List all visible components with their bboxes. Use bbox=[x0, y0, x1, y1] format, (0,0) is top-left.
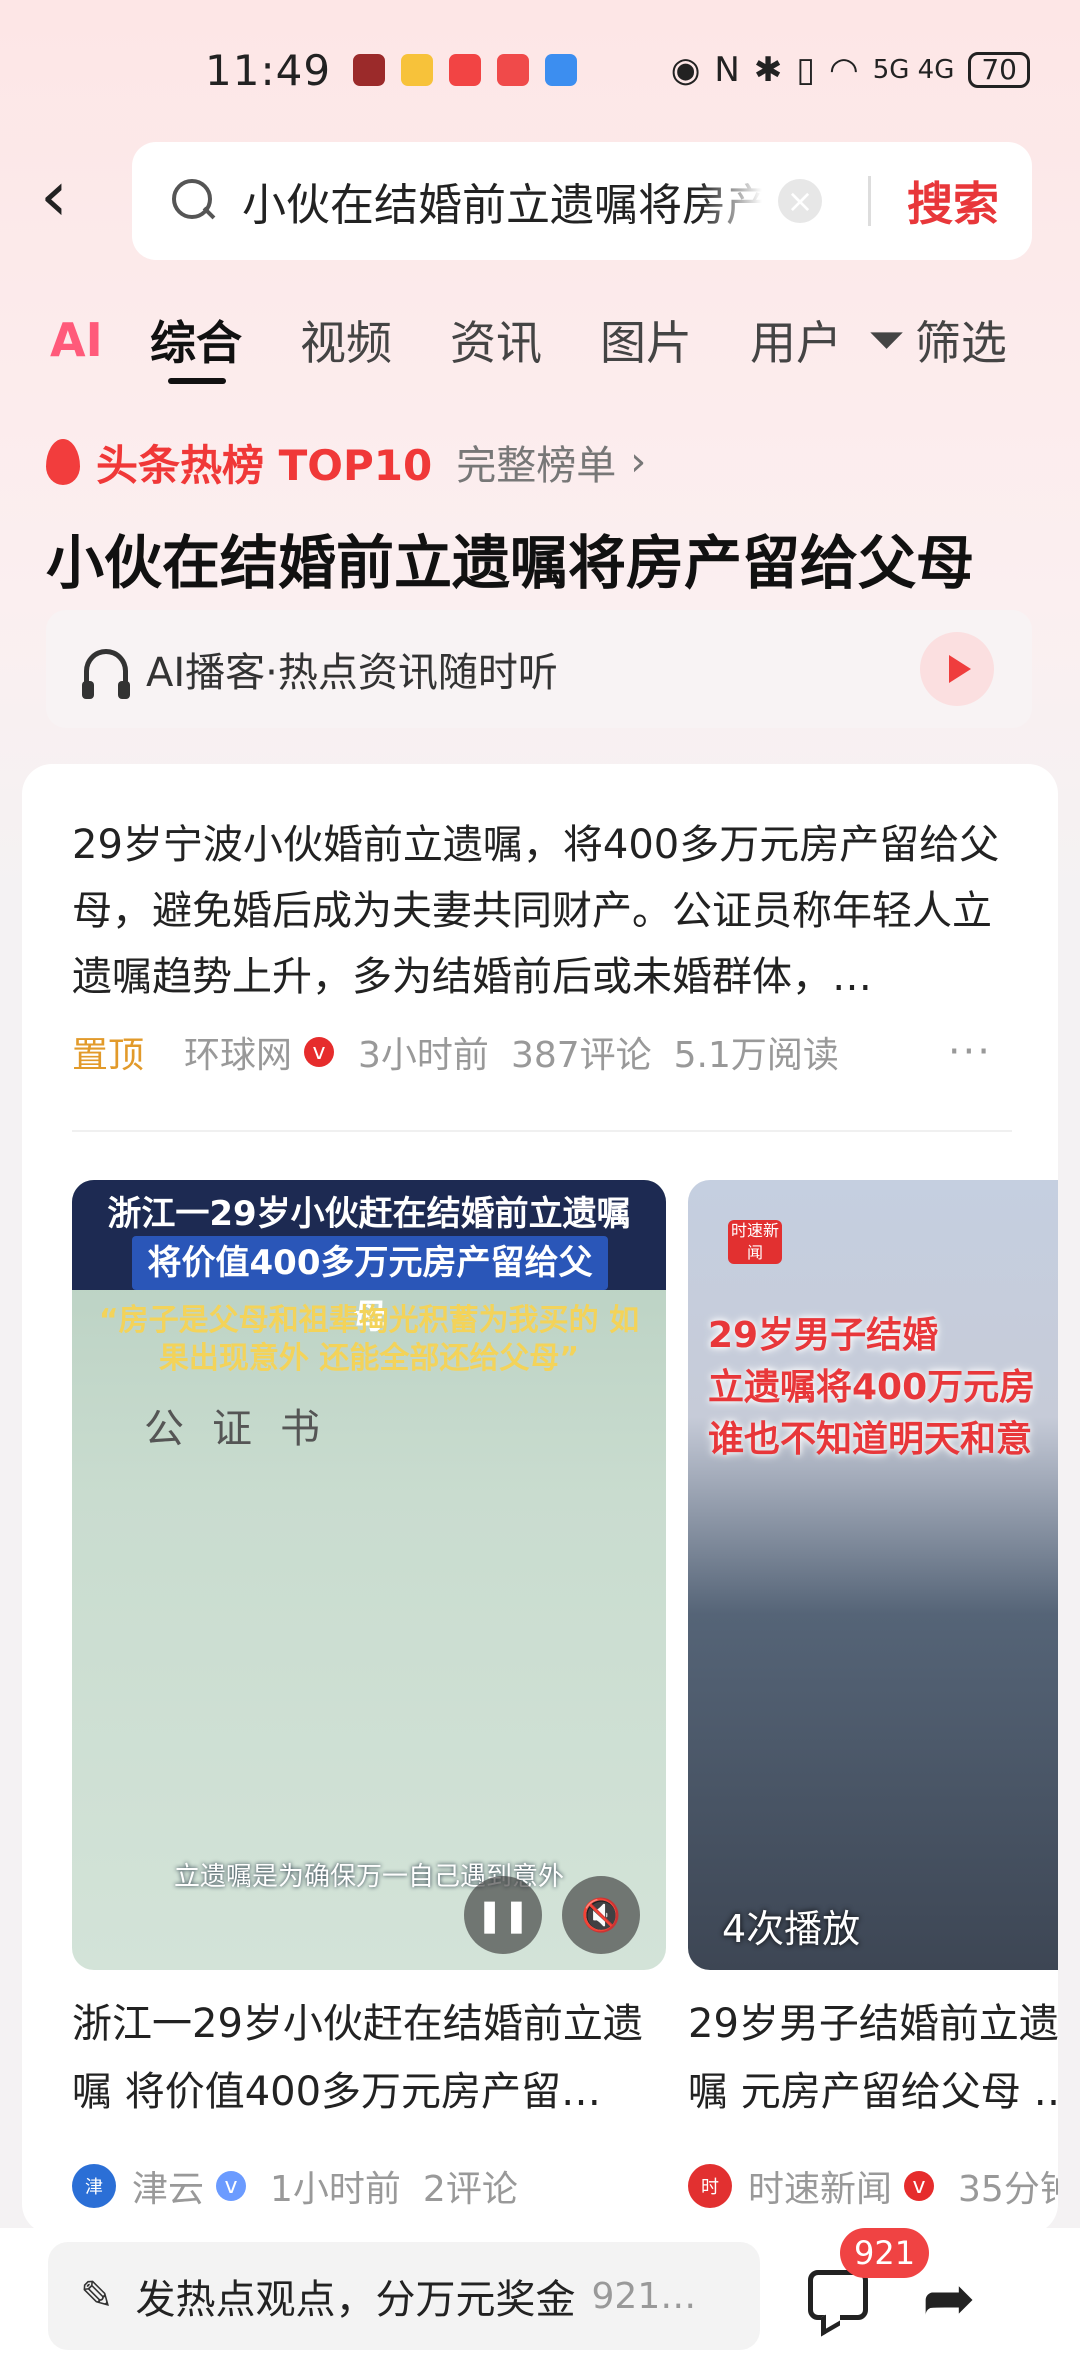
tab-bar: AI 综合 视频 资讯 图片 用户 ⏷ 筛选 bbox=[0, 290, 1080, 390]
share-icon[interactable]: ➦ bbox=[922, 2262, 976, 2336]
podcast-label: AI播客·热点资讯随时听 bbox=[146, 650, 558, 696]
pen-icon: ✎ bbox=[80, 2273, 114, 2319]
video-thumbnail[interactable]: 浙江一29岁小伙赶在结婚前立遗嘱 将价值400多万元房产留给父母 “房子是父母和… bbox=[72, 1180, 666, 1970]
video-comments: 2评论 bbox=[422, 2169, 518, 2210]
app-notification-icon bbox=[545, 54, 578, 86]
article-comments: 387评论 bbox=[510, 1035, 652, 1076]
app-notification-icon bbox=[353, 54, 386, 86]
video-source-badge: 时速新闻 bbox=[728, 1220, 782, 1264]
tab-comprehensive[interactable]: 综合 bbox=[150, 307, 242, 373]
filter-label: 筛选 bbox=[914, 316, 1007, 370]
comment-badge: 921 bbox=[840, 2228, 930, 2278]
chevron-right-icon: › bbox=[630, 439, 647, 485]
article-source[interactable]: 环球网 bbox=[184, 1026, 292, 1078]
article-meta: 置顶 环球网 v 3小时前 387评论 5.1万阅读 ··· bbox=[72, 1026, 1032, 1078]
article-summary[interactable]: 29岁宁波小伙婚前立遗嘱，将400多万元房产留给父母，避免婚后成为夫妻共同财产。… bbox=[72, 812, 1012, 1010]
more-icon[interactable]: ··· bbox=[948, 1029, 992, 1075]
bluetooth-icon: ✱ bbox=[753, 50, 783, 90]
bottom-bar: ✎ 发热点观点，分万元奖金 921… 921 ➦ bbox=[0, 2228, 1080, 2376]
notification-icons bbox=[353, 54, 578, 86]
video-headline-line: 立遗嘱将400万元房 bbox=[708, 1367, 1036, 1408]
video-time: 1小时前 bbox=[270, 2169, 401, 2210]
video-doc-label: 公证书 bbox=[144, 1406, 348, 1452]
ai-podcast-bar[interactable]: AI播客·热点资讯随时听 bbox=[46, 610, 1032, 728]
verified-icon: v bbox=[904, 2171, 935, 2201]
search-icon bbox=[172, 179, 216, 223]
verified-icon: v bbox=[216, 2171, 247, 2201]
tab-ai[interactable]: AI bbox=[50, 313, 103, 367]
video-headline: 浙江一29岁小伙赶在结婚前立遗嘱 bbox=[107, 1194, 631, 1234]
video-headline: 29岁男子结婚 立遗嘱将400万元房 谁也不知道明天和意 bbox=[708, 1310, 1058, 1466]
video-headline-line: 谁也不知道明天和意 bbox=[708, 1419, 1033, 1460]
comment-input[interactable]: ✎ 发热点观点，分万元奖金 921… bbox=[48, 2242, 760, 2350]
mute-button[interactable]: 🔇 bbox=[562, 1876, 640, 1954]
jinyun-logo-icon: 津 bbox=[72, 2164, 116, 2208]
active-tab-indicator bbox=[168, 378, 226, 384]
filter-button[interactable]: ⏷ 筛选 bbox=[868, 307, 1007, 373]
tab-news[interactable]: 资讯 bbox=[450, 307, 542, 373]
search-header: ‹ 小伙在结婚前立遗嘱将房产留给父母 × 搜索 bbox=[0, 140, 1080, 260]
app-notification-icon bbox=[497, 54, 530, 86]
hot-list-label: 头条热榜 TOP10 bbox=[96, 440, 433, 490]
video-meta: 津 津云 v 1小时前 2评论 bbox=[72, 2160, 518, 2212]
article-reads: 5.1万阅读 bbox=[673, 1035, 839, 1076]
result-card: 29岁宁波小伙婚前立遗嘱，将400多万元房产留给父母，避免婚后成为夫妻共同财产。… bbox=[22, 764, 1058, 2234]
verified-icon: v bbox=[304, 1037, 335, 1067]
video-thumbnail[interactable]: 时速新闻 29岁男子结婚 立遗嘱将400万元房 谁也不知道明天和意 4次播放 bbox=[688, 1180, 1058, 1970]
search-button[interactable]: 搜索 bbox=[907, 168, 999, 234]
tab-users[interactable]: 用户 bbox=[750, 307, 842, 373]
nfc-icon: N bbox=[714, 50, 740, 90]
tab-video[interactable]: 视频 bbox=[300, 307, 392, 373]
video-title[interactable]: 浙江一29岁小伙赶在结婚前立遗嘱 将价值400多万元房产留… bbox=[72, 1990, 666, 2126]
video-title[interactable]: 29岁男子结婚前立遗嘱 元房产留给父母 29岁 bbox=[688, 1990, 1058, 2126]
app-notification-icon bbox=[449, 54, 482, 86]
comment-placeholder: 发热点观点，分万元奖金 bbox=[135, 2277, 576, 2323]
mute-icon: 🔇 bbox=[581, 1896, 621, 1934]
pause-button[interactable]: ❚❚ bbox=[464, 1876, 542, 1954]
battery-icon: 70 bbox=[968, 52, 1030, 88]
status-bar: 11:49 ◉ N ✱ ▯ ◠ 5G 4G 70 bbox=[0, 0, 1080, 140]
pause-icon: ❚❚ bbox=[476, 1896, 530, 1934]
video-source[interactable]: 时速新闻 bbox=[748, 2160, 892, 2212]
hot-list-row[interactable]: 头条热榜 TOP10 完整榜单 › bbox=[46, 432, 646, 492]
filter-icon: ⏷ bbox=[868, 312, 905, 366]
clear-icon[interactable]: × bbox=[778, 179, 822, 223]
status-time: 11:49 bbox=[205, 45, 332, 95]
comment-icon[interactable] bbox=[808, 2270, 868, 2320]
video-time: 35分钟 bbox=[958, 2169, 1058, 2210]
fire-icon bbox=[46, 439, 80, 485]
search-box[interactable]: 小伙在结婚前立遗嘱将房产留给父母 × 搜索 bbox=[132, 142, 1032, 260]
weibo-icon bbox=[401, 54, 434, 86]
play-count: 4次播放 bbox=[722, 1907, 861, 1951]
headphone-icon bbox=[82, 649, 130, 699]
tab-images[interactable]: 图片 bbox=[600, 307, 692, 373]
video-meta: 时 时速新闻 v 35分钟 bbox=[688, 2160, 1058, 2212]
vibrate-icon: ▯ bbox=[796, 50, 816, 90]
signal-icon: 5G 4G bbox=[872, 55, 955, 85]
full-list-link[interactable]: 完整榜单 bbox=[456, 433, 616, 491]
system-icons: ◉ N ✱ ▯ ◠ 5G 4G 70 bbox=[671, 50, 1030, 90]
article-time: 3小时前 bbox=[358, 1035, 489, 1076]
back-button[interactable]: ‹ bbox=[40, 161, 96, 232]
divider bbox=[72, 1130, 1012, 1132]
video-headline: 将价值400多万元房产留给父母 bbox=[132, 1236, 608, 1337]
pinned-tag: 置顶 bbox=[72, 1035, 145, 1076]
eye-icon: ◉ bbox=[670, 50, 701, 90]
video-source[interactable]: 津云 bbox=[132, 2160, 204, 2212]
comment-count-preview: 921… bbox=[591, 2275, 697, 2317]
wifi-icon: ◠ bbox=[829, 50, 859, 90]
play-button[interactable] bbox=[920, 632, 994, 706]
search-divider bbox=[868, 176, 871, 226]
page-title: 小伙在结婚前立遗嘱将房产留给父母 bbox=[46, 529, 975, 597]
play-icon bbox=[949, 655, 971, 683]
shisu-logo-icon: 时 bbox=[688, 2164, 732, 2208]
search-input[interactable]: 小伙在结婚前立遗嘱将房产留给父母 bbox=[242, 169, 762, 233]
video-headline-line: 29岁男子结婚 bbox=[708, 1315, 939, 1356]
video-quote: “房子是父母和祖辈掏光积蓄为我买的 如果出现意外 还能全部还给父母” bbox=[98, 1303, 640, 1376]
chevron-left-icon: ‹ bbox=[40, 155, 68, 237]
